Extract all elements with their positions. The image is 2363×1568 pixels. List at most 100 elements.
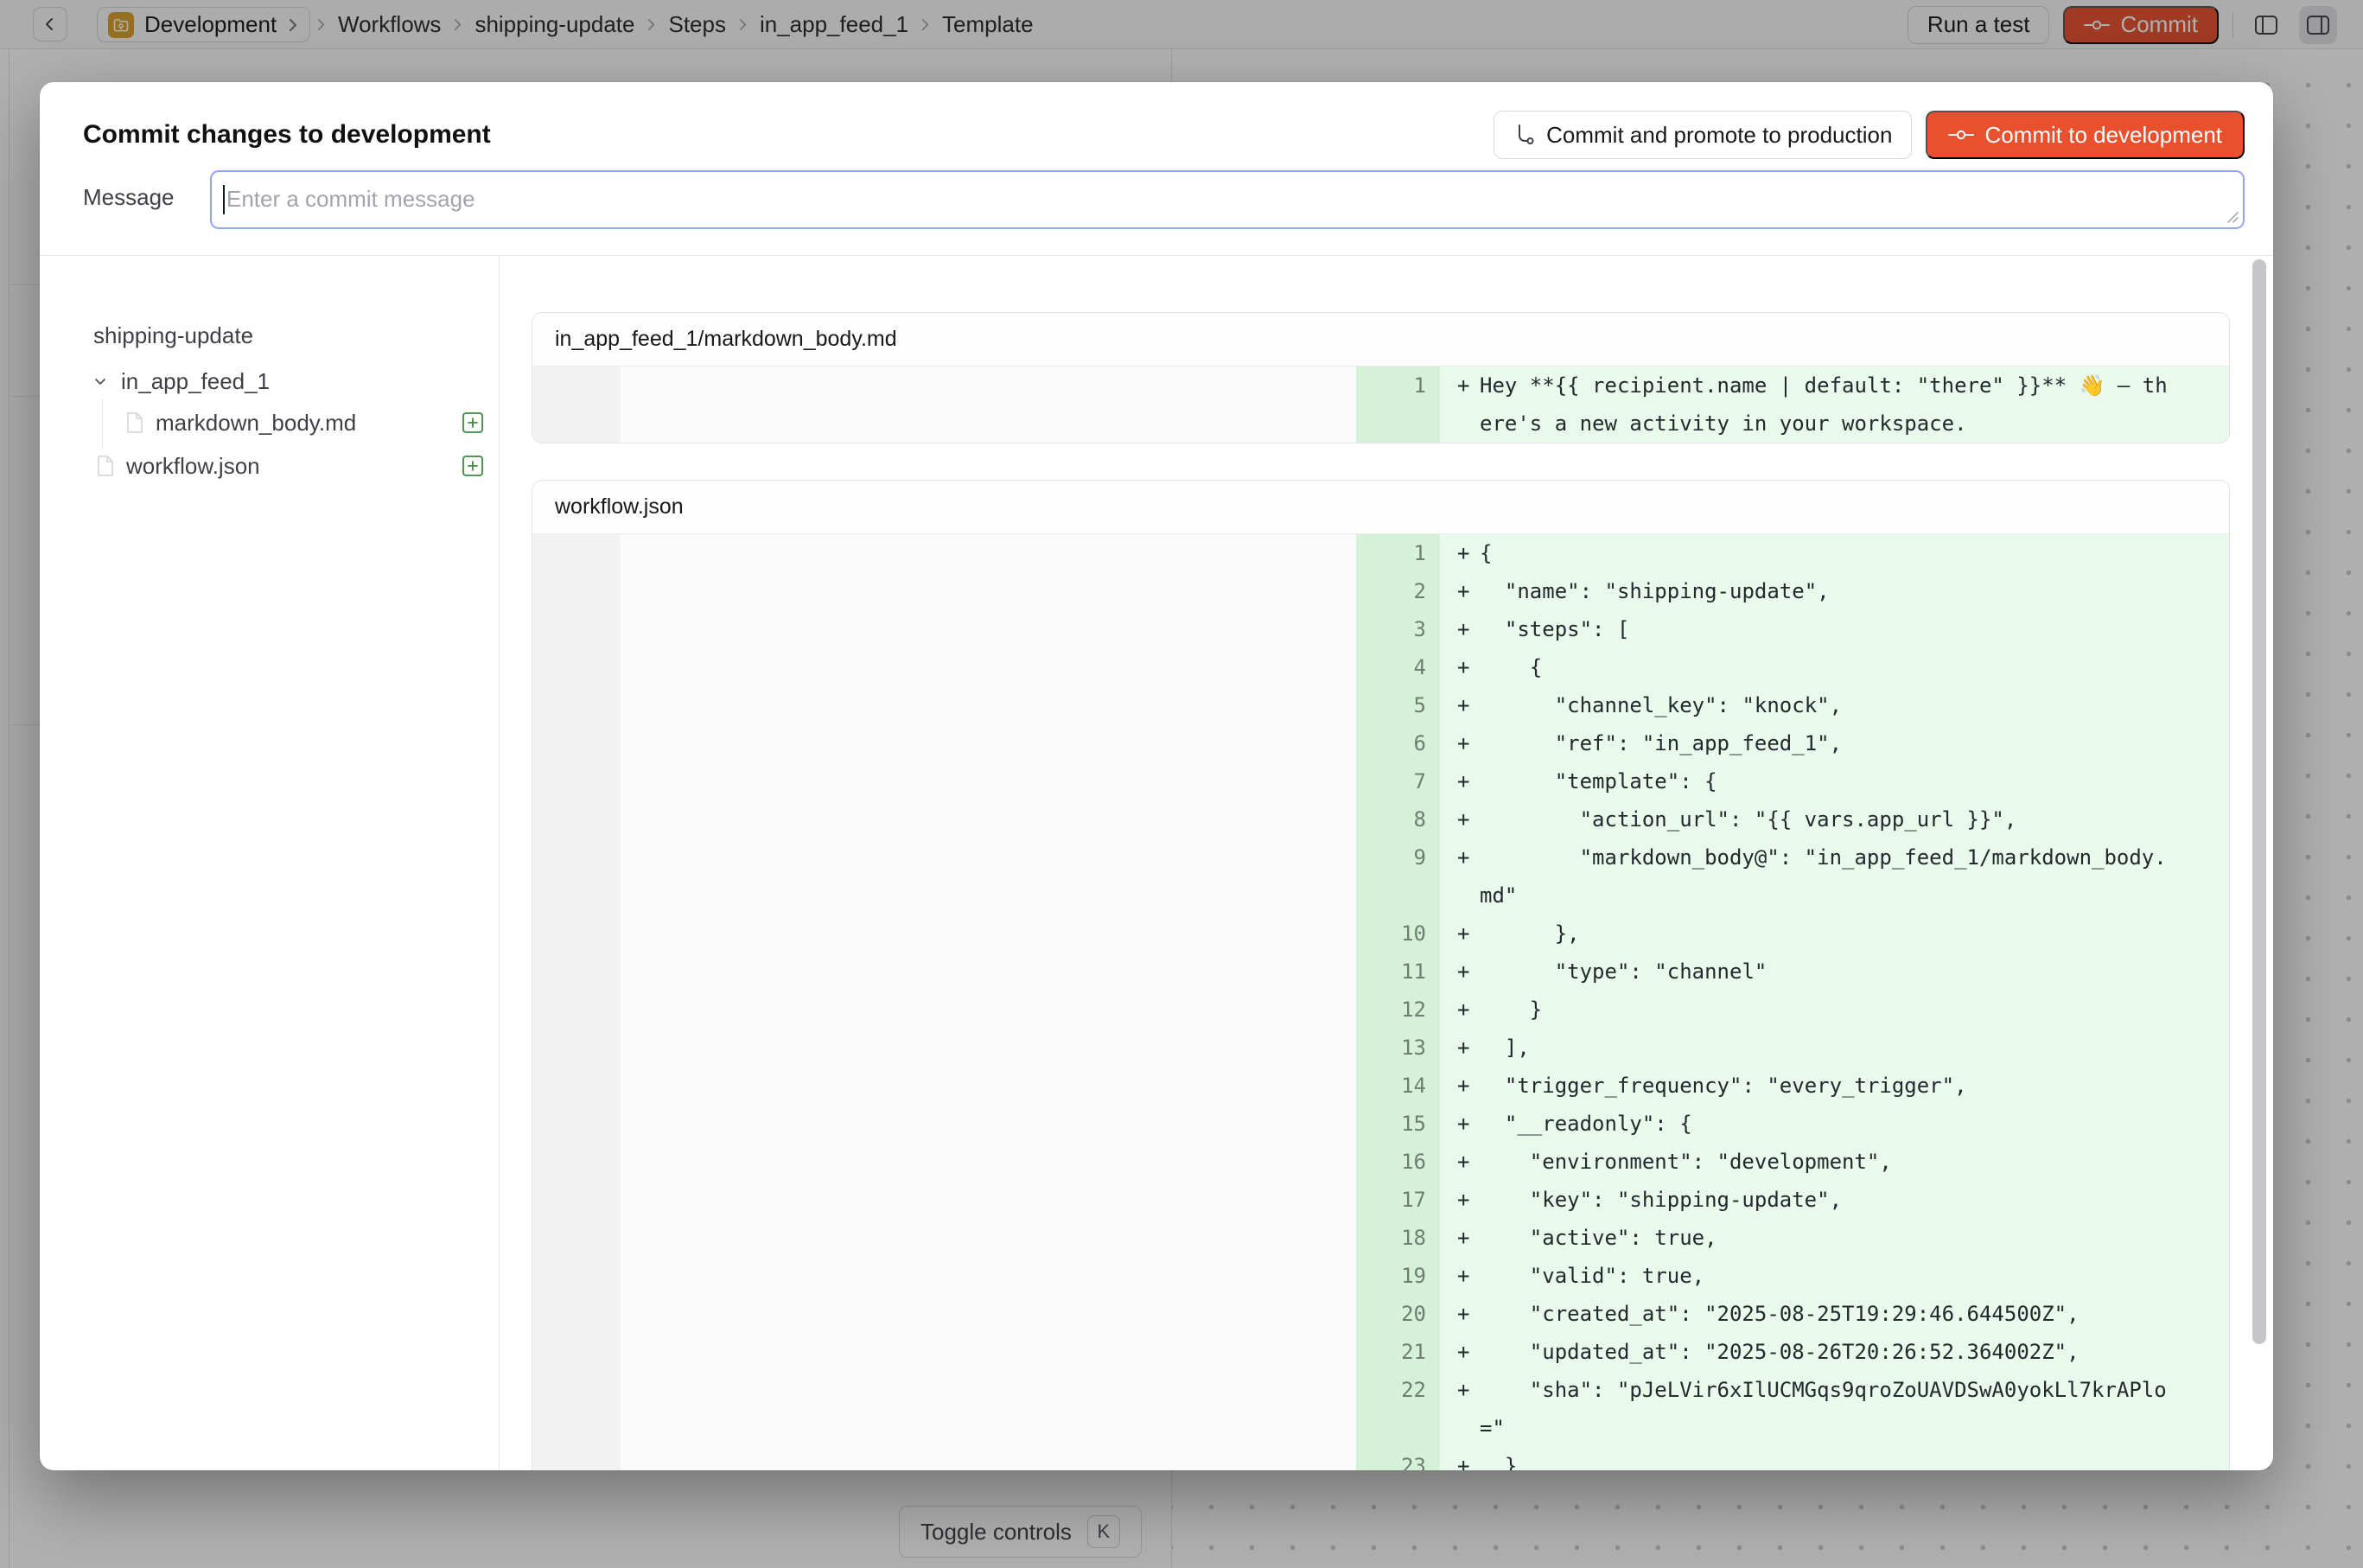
- old-line-content: [621, 1333, 1356, 1371]
- old-line-content: [621, 991, 1356, 1029]
- tree-guide-line: [102, 399, 103, 448]
- code-text: "action_url": "{{ vars.app_url }}",: [1480, 800, 2168, 838]
- new-line-number: 1: [1356, 367, 1440, 443]
- tree-file-label: workflow.json: [126, 453, 260, 480]
- added-line: + "created_at": "2025-08-25T19:29:46.644…: [1440, 1295, 2229, 1333]
- new-line-number: 14: [1356, 1067, 1440, 1105]
- added-line: + {: [1440, 648, 2229, 686]
- new-line-number: 23: [1356, 1447, 1440, 1470]
- diff-add-marker: +: [1440, 953, 1480, 991]
- old-line-content: [621, 838, 1356, 915]
- code-text: }: [1480, 1447, 2168, 1470]
- old-line-content: [621, 648, 1356, 686]
- diff-line-row: 1 + {: [532, 534, 2229, 572]
- old-line-content: [621, 534, 1356, 572]
- added-line: + "updated_at": "2025-08-26T20:26:52.364…: [1440, 1333, 2229, 1371]
- code-text: ],: [1480, 1029, 2168, 1067]
- old-line-number-gutter: [532, 648, 621, 686]
- tree-root-workflow[interactable]: shipping-update: [93, 318, 499, 353]
- added-line: + },: [1440, 915, 2229, 953]
- chevron-down-icon[interactable]: [92, 373, 109, 390]
- new-line-number: 12: [1356, 991, 1440, 1029]
- new-line-number: 4: [1356, 648, 1440, 686]
- old-line-content: [621, 367, 1356, 443]
- code-text: "steps": [: [1480, 610, 2168, 648]
- file-added-icon: [462, 411, 484, 434]
- old-line-number-gutter: [532, 367, 621, 443]
- added-line: + "active": true,: [1440, 1219, 2229, 1257]
- diff-line-row: 5 + "channel_key": "knock",: [532, 686, 2229, 724]
- code-text: "template": {: [1480, 762, 2168, 800]
- added-line: + "ref": "in_app_feed_1",: [1440, 724, 2229, 762]
- old-line-number-gutter: [532, 610, 621, 648]
- old-line-number-gutter: [532, 1257, 621, 1295]
- new-line-number: 18: [1356, 1219, 1440, 1257]
- code-text: "type": "channel": [1480, 953, 2168, 991]
- code-text: "active": true,: [1480, 1219, 2168, 1257]
- commit-to-development-button[interactable]: Commit to development: [1926, 111, 2245, 159]
- commit-message-input[interactable]: Enter a commit message: [210, 170, 2245, 229]
- commit-modal: Commit changes to development Commit and…: [40, 82, 2273, 1470]
- diff-add-marker: +: [1440, 1181, 1480, 1219]
- message-placeholder: Enter a commit message: [226, 186, 475, 213]
- code-text: "updated_at": "2025-08-26T20:26:52.36400…: [1480, 1333, 2168, 1371]
- new-line-number: 10: [1356, 915, 1440, 953]
- old-line-content: [621, 1029, 1356, 1067]
- old-line-content: [621, 686, 1356, 724]
- diff-line-row: 17 + "key": "shipping-update",: [532, 1181, 2229, 1219]
- new-line-number: 2: [1356, 572, 1440, 610]
- diff-line-row: 4 + {: [532, 648, 2229, 686]
- diff-line-row: 14 + "trigger_frequency": "every_trigger…: [532, 1067, 2229, 1105]
- diff-line-row: 15 + "__readonly": {: [532, 1105, 2229, 1143]
- diff-line-row: 20 + "created_at": "2025-08-25T19:29:46.…: [532, 1295, 2229, 1333]
- tree-file-markdown-body[interactable]: markdown_body.md: [93, 401, 484, 444]
- new-line-number: 20: [1356, 1295, 1440, 1333]
- added-line: + "name": "shipping-update",: [1440, 572, 2229, 610]
- new-line-number: 17: [1356, 1181, 1440, 1219]
- git-branch-icon: [1513, 123, 1536, 147]
- diff-add-marker: +: [1440, 367, 1480, 405]
- tree-folder-in-app-feed[interactable]: in_app_feed_1: [93, 361, 499, 401]
- tree-file-workflow-json[interactable]: workflow.json: [93, 444, 484, 488]
- diff-line-row: 19 + "valid": true,: [532, 1257, 2229, 1295]
- new-line-number: 5: [1356, 686, 1440, 724]
- old-line-content: [621, 953, 1356, 991]
- new-line-number: 6: [1356, 724, 1440, 762]
- old-line-number-gutter: [532, 1181, 621, 1219]
- old-line-number-gutter: [532, 1219, 621, 1257]
- old-line-content: [621, 1219, 1356, 1257]
- modal-header-actions: Commit and promote to production Commit …: [1494, 111, 2245, 159]
- old-line-content: [621, 915, 1356, 953]
- old-line-number-gutter: [532, 1371, 621, 1447]
- old-line-number-gutter: [532, 953, 621, 991]
- old-line-content: [621, 762, 1356, 800]
- code-text: "key": "shipping-update",: [1480, 1181, 2168, 1219]
- added-line: + "key": "shipping-update",: [1440, 1181, 2229, 1219]
- diff-line-row: 10 + },: [532, 915, 2229, 953]
- old-line-number-gutter: [532, 1143, 621, 1181]
- diff-add-marker: +: [1440, 1105, 1480, 1143]
- diff-filename: workflow.json: [532, 481, 2229, 534]
- code-text: "name": "shipping-update",: [1480, 572, 2168, 610]
- code-text: "ref": "in_app_feed_1",: [1480, 724, 2168, 762]
- diff-add-marker: +: [1440, 915, 1480, 953]
- code-text: "markdown_body@": "in_app_feed_1/markdow…: [1480, 838, 2168, 915]
- added-line: + Hey **{{ recipient.name | default: "th…: [1440, 367, 2229, 443]
- changed-files-tree: shipping-update in_app_feed_1 markdown_b…: [40, 256, 500, 1470]
- old-line-content: [621, 800, 1356, 838]
- modal-header: Commit changes to development Commit and…: [40, 82, 2273, 256]
- code-text: "trigger_frequency": "every_trigger",: [1480, 1067, 2168, 1105]
- diff-add-marker: +: [1440, 1029, 1480, 1067]
- modal-scrollbar-thumb[interactable]: [2252, 259, 2266, 1344]
- new-line-number: 7: [1356, 762, 1440, 800]
- new-line-number: 3: [1356, 610, 1440, 648]
- resize-grip-icon[interactable]: [2225, 209, 2240, 225]
- diff-line-row: 8 + "action_url": "{{ vars.app_url }}",: [532, 800, 2229, 838]
- tree-folder-label: in_app_feed_1: [121, 368, 270, 395]
- new-line-number: 22: [1356, 1371, 1440, 1447]
- diff-card-workflow-json: workflow.json 1 + {: [532, 480, 2230, 1470]
- added-line: + "action_url": "{{ vars.app_url }}",: [1440, 800, 2229, 838]
- commit-and-promote-button[interactable]: Commit and promote to production: [1494, 111, 1912, 159]
- diff-add-marker: +: [1440, 724, 1480, 762]
- diff-line-row: 22 + "sha": "pJeLVir6xIlUCMGqs9qroZoUAVD…: [532, 1371, 2229, 1447]
